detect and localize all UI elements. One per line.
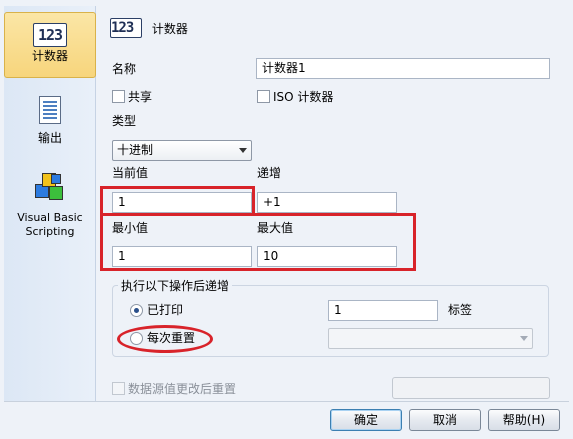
counter-123-icon: 123: [33, 23, 67, 47]
datasource-settings-button[interactable]: [392, 377, 550, 399]
type-select-value: 十进制: [117, 143, 154, 157]
increment-label: 递增: [257, 166, 282, 180]
name-label: 名称: [112, 62, 137, 76]
max-value-input[interactable]: 10: [257, 246, 397, 267]
shared-checkbox[interactable]: [112, 90, 125, 103]
min-value-input[interactable]: 1: [112, 246, 252, 267]
page-title: 计数器: [151, 21, 188, 36]
reset-each-time-radio[interactable]: [130, 332, 143, 345]
max-value-label: 最大值: [257, 221, 294, 235]
datasource-reset-label: 数据源值更改后重置: [128, 382, 237, 396]
datasource-reset-checkbox[interactable]: [112, 382, 125, 395]
type-select[interactable]: 十进制: [112, 140, 252, 161]
page-header: 123 计数器: [110, 18, 188, 42]
chevron-down-icon: [239, 148, 247, 153]
min-value-label: 最小值: [112, 221, 149, 235]
type-label: 类型: [112, 114, 137, 128]
help-button[interactable]: 帮助(H): [488, 409, 560, 431]
nav-item-counter[interactable]: 123 计数器: [4, 12, 96, 78]
increment-input[interactable]: +1: [257, 192, 397, 213]
chevron-down-icon: [520, 336, 528, 341]
name-input[interactable]: 计数器1: [256, 58, 550, 79]
nav-item-counter-label: 计数器: [31, 49, 68, 63]
printed-count-input[interactable]: 1: [328, 300, 438, 321]
nav-item-output-label: 输出: [37, 131, 62, 145]
ok-button[interactable]: 确定: [330, 409, 402, 431]
counter-123-icon: 123: [110, 18, 142, 38]
nav-item-output[interactable]: 输出: [4, 96, 96, 156]
reset-interval-select[interactable]: [328, 328, 533, 349]
counter-properties-dialog: 123 计数器 输出 Visual Basic Scripting 123 计数…: [0, 0, 573, 439]
vb-scripting-cubes-icon: [33, 172, 67, 204]
current-value-input[interactable]: 1: [112, 192, 252, 213]
sidebar-nav: 123 计数器 输出 Visual Basic Scripting: [4, 6, 96, 401]
reset-each-time-label: 每次重置: [147, 331, 196, 345]
nav-item-vb-scripting[interactable]: Visual Basic Scripting: [4, 172, 96, 242]
increment-trigger-group-title: 执行以下操作后递增: [118, 279, 233, 293]
cancel-button[interactable]: 取消: [409, 409, 481, 431]
nav-item-vb-scripting-label: Visual Basic Scripting: [17, 211, 83, 238]
printed-label: 已打印: [147, 303, 184, 317]
tag-label: 标签: [448, 303, 473, 317]
output-document-icon: [39, 96, 61, 124]
iso-counter-label: ISO 计数器: [273, 90, 334, 104]
shared-label: 共享: [128, 90, 153, 104]
iso-counter-checkbox[interactable]: [257, 90, 270, 103]
printed-radio[interactable]: [130, 304, 143, 317]
footer-divider: [4, 401, 569, 402]
current-value-label: 当前值: [112, 166, 149, 180]
